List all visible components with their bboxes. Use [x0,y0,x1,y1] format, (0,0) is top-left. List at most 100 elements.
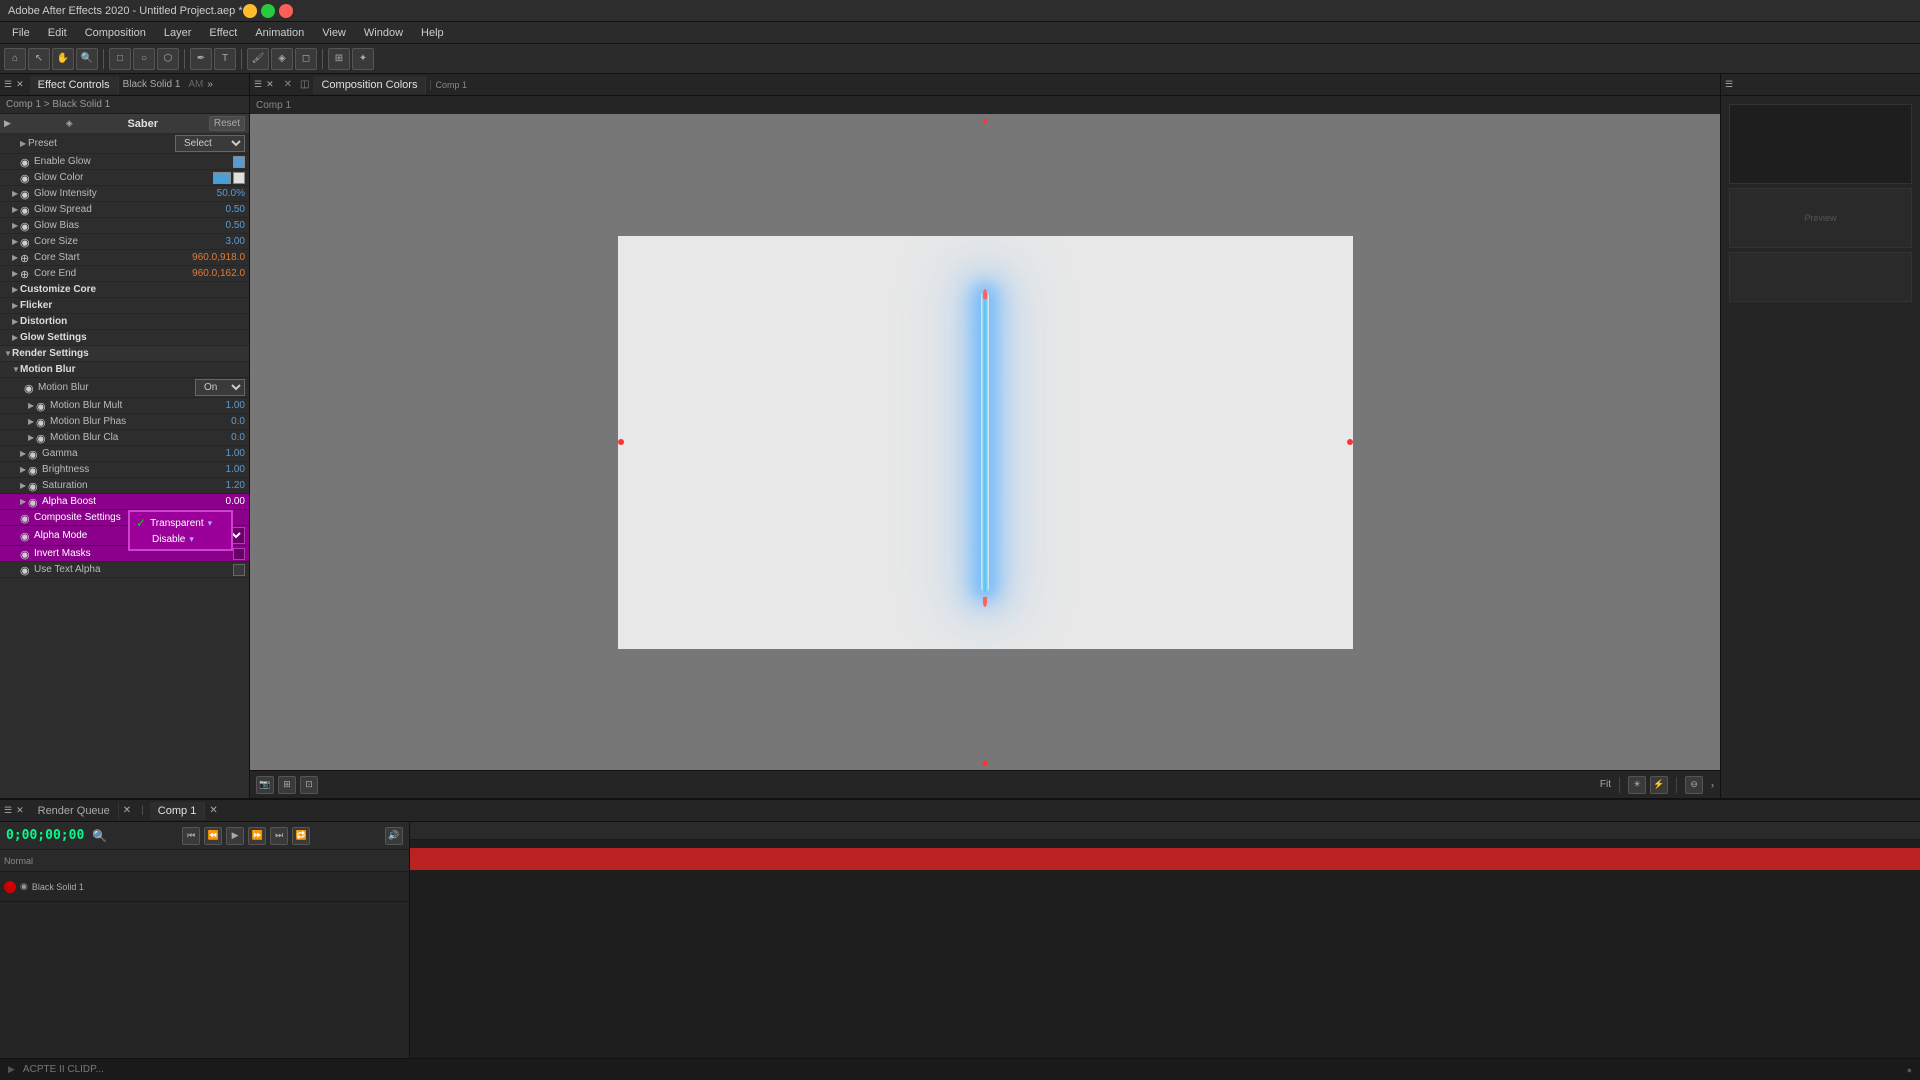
brightness-triangle[interactable]: ▶ [20,465,28,474]
playback-prev[interactable]: ⏮ [182,827,200,845]
option-transparent-arrow[interactable]: ▾ [208,518,213,529]
viewer-btn-exposure[interactable]: ☀ [1628,776,1646,794]
playback-rew[interactable]: ⏪ [204,827,222,845]
glow-color-swatch[interactable] [213,172,245,184]
dropdown-option-transparent[interactable]: ✓ Transparent ▾ [132,514,229,532]
glow-intensity-triangle[interactable]: ▶ [12,189,20,198]
customize-core-triangle[interactable]: ▶ [12,285,20,294]
comp1-close[interactable]: ✕ [205,805,221,816]
toolbar-pen[interactable]: ✒ [190,48,212,70]
core-size-triangle[interactable]: ▶ [12,237,20,246]
toolbar-puppet[interactable]: ✦ [352,48,374,70]
mb-cla-triangle[interactable]: ▶ [28,433,36,442]
prop-motion-blur-dropdown: ◉ Motion Blur On Off [0,378,249,398]
glow-settings-triangle[interactable]: ▶ [12,333,20,342]
use-text-alpha-checkbox[interactable] [233,564,245,576]
prop-enable-glow: ◉ Enable Glow [0,154,249,170]
saturation-value[interactable]: 1.20 [226,480,245,491]
toolbar-home[interactable]: ⌂ [4,48,26,70]
brightness-value[interactable]: 1.00 [226,464,245,475]
alpha-boost-triangle[interactable]: ▶ [20,497,28,506]
timeline-controls: 0;00;00;00 🔍 ⏮ ⏪ ▶ ⏩ ⏭ 🔁 🔊 [0,822,409,850]
toolbar-ellipse[interactable]: ○ [133,48,155,70]
core-end-triangle[interactable]: ▶ [12,269,20,278]
glow-spread-value[interactable]: 0.50 [226,204,245,215]
menu-view[interactable]: View [314,25,354,41]
gamma-value[interactable]: 1.00 [226,448,245,459]
menu-edit[interactable]: Edit [40,25,75,41]
render-settings-triangle[interactable]: ▼ [4,349,12,358]
toolbar-hand[interactable]: ✋ [52,48,74,70]
core-size-value[interactable]: 3.00 [226,236,245,247]
menu-file[interactable]: File [4,25,38,41]
viewer-arrow[interactable]: › [1711,780,1714,790]
glow-bias-triangle[interactable]: ▶ [12,221,20,230]
toolbar-select[interactable]: ↖ [28,48,50,70]
mb-mult-value[interactable]: 1.00 [226,400,245,411]
tab-render-queue[interactable]: Render Queue [30,802,119,820]
tab-comp1[interactable]: Composition Colors [313,76,426,94]
option-disable-arrow[interactable]: ▾ [189,534,194,545]
glow-intensity-value[interactable]: 50.0% [217,188,245,199]
render-queue-close[interactable]: ✕ [119,805,135,816]
glow-bias-value[interactable]: 0.50 [226,220,245,231]
mb-mult-triangle[interactable]: ▶ [28,401,36,410]
playback-loop[interactable]: 🔁 [292,827,310,845]
audio-btn[interactable]: 🔊 [385,827,403,845]
status-bar: ▶ ACPTE II CLIDP... ● [0,1058,1920,1080]
motion-blur-section-triangle[interactable]: ▼ [12,365,20,374]
mb-phas-triangle[interactable]: ▶ [28,417,36,426]
flicker-triangle[interactable]: ▶ [12,301,20,310]
saturation-triangle[interactable]: ▶ [20,481,28,490]
time-search-icon[interactable]: 🔍 [92,829,107,843]
menu-effect[interactable]: Effect [201,25,245,41]
glow-spread-icon: ◉ [20,204,32,216]
gamma-triangle[interactable]: ▶ [20,449,28,458]
viewer-btn-toggle-mask[interactable]: ⊖ [1685,776,1703,794]
playback-fwd[interactable]: ⏩ [248,827,266,845]
invert-masks-checkbox[interactable] [233,548,245,560]
playback-next[interactable]: ⏭ [270,827,288,845]
preset-triangle[interactable]: ▶ [20,139,28,148]
menu-help[interactable]: Help [413,25,452,41]
distortion-triangle[interactable]: ▶ [12,317,20,326]
mb-phas-value[interactable]: 0.0 [231,416,245,427]
menu-window[interactable]: Window [356,25,411,41]
core-start-value[interactable]: 960.0,918.0 [192,252,245,263]
viewer-btn-safe[interactable]: ⊡ [300,776,318,794]
viewer-btn-fast-preview[interactable]: ⚡ [1650,776,1668,794]
close-btn[interactable] [279,4,293,18]
playback-play[interactable]: ▶ [226,827,244,845]
toolbar-roto[interactable]: ⊞ [328,48,350,70]
toolbar-eraser[interactable]: ◻ [295,48,317,70]
alpha-boost-value[interactable]: 0.00 [226,496,245,507]
glow-spread-triangle[interactable]: ▶ [12,205,20,214]
toolbar-rect[interactable]: □ [109,48,131,70]
viewer-btn-snapshot[interactable]: 📷 [256,776,274,794]
mb-cla-value[interactable]: 0.0 [231,432,245,443]
minimize-btn[interactable] [243,4,257,18]
toolbar-text[interactable]: T [214,48,236,70]
toolbar-brush[interactable]: 🖌 [247,48,269,70]
core-end-value[interactable]: 960.0,162.0 [192,268,245,279]
layer-visibility[interactable]: ◉ [20,881,28,892]
dropdown-option-disable[interactable]: Disable ▾ [132,532,229,547]
core-start-triangle[interactable]: ▶ [12,253,20,262]
motion-blur-dropdown[interactable]: On Off [195,379,245,396]
toolbar-zoom[interactable]: 🔍 [76,48,98,70]
tab-comp1-timeline[interactable]: Comp 1 [150,802,206,820]
preset-dropdown[interactable]: Select [175,135,245,152]
enable-glow-checkbox[interactable] [233,156,245,168]
tab-effect-controls[interactable]: Effect Controls [30,76,119,94]
maximize-btn[interactable] [261,4,275,18]
time-display[interactable]: 0;00;00;00 [6,828,84,843]
menu-composition[interactable]: Composition [77,25,154,41]
prop-preset: ▶ Preset Select [0,134,249,154]
menu-layer[interactable]: Layer [156,25,200,41]
viewer-btn-grid[interactable]: ⊞ [278,776,296,794]
toolbar-poly[interactable]: ⬡ [157,48,179,70]
menu-animation[interactable]: Animation [247,25,312,41]
timeline-layer-row[interactable]: ◉ Black Solid 1 [0,872,409,902]
toolbar-stamp[interactable]: ◈ [271,48,293,70]
reset-button[interactable]: Reset [209,116,245,131]
